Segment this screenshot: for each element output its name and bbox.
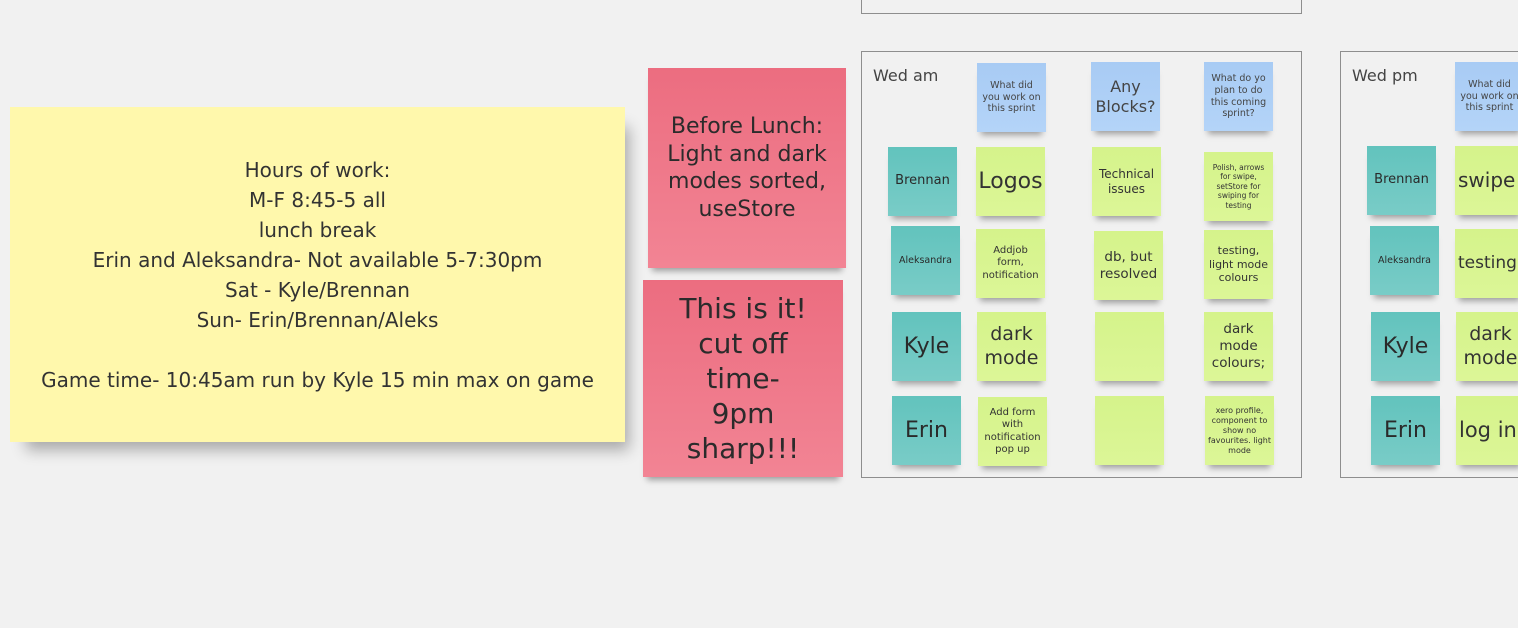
name-sticky[interactable]: Aleksandra [1370,226,1439,295]
blocks-sticky[interactable]: Technical issues [1092,147,1161,216]
header-worked[interactable]: What did you work on this sprint [977,63,1046,132]
header-plan[interactable]: What do yo plan to do this coming sprint… [1204,62,1273,131]
plan-sticky[interactable]: testing, light mode colours [1204,230,1273,299]
worked-sticky[interactable]: testing [1455,229,1518,298]
hours-line: Sat - Kyle/Brennan [225,277,410,302]
worked-sticky[interactable]: dark mode [977,312,1046,381]
worked-sticky[interactable]: log in [1456,396,1518,465]
blocks-sticky[interactable]: db, but resolved [1094,231,1163,300]
name-sticky[interactable]: Erin [892,396,961,465]
frame-title: Wed pm [1352,66,1418,85]
plan-sticky[interactable]: dark mode colours; [1204,312,1273,381]
sticky-hours-of-work[interactable]: Hours of work: M-F 8:45-5 all lunch brea… [10,107,625,442]
header-worked[interactable]: What did you work on this sprint [1455,62,1518,131]
plan-sticky[interactable]: xero profile, component to show no favou… [1205,396,1274,465]
worked-sticky[interactable]: dark mode [1456,312,1518,381]
name-sticky[interactable]: Kyle [1371,312,1440,381]
plan-sticky[interactable]: Polish, arrows for swipe, setStore for s… [1204,152,1273,221]
hours-line: Game time- 10:45am run by Kyle 15 min ma… [41,367,594,392]
blocks-sticky[interactable] [1095,312,1164,381]
header-blocks[interactable]: Any Blocks? [1091,62,1160,131]
worked-sticky[interactable]: Logos [976,147,1045,216]
name-sticky[interactable]: Brennan [888,147,957,216]
sticky-before-lunch[interactable]: Before Lunch: Light and dark modes sorte… [648,68,846,268]
worked-sticky[interactable]: Addjob form, notification [976,229,1045,298]
worked-sticky[interactable]: Add form with notification pop up [978,397,1047,466]
frame-title: Wed am [873,66,939,85]
name-sticky[interactable]: Brennan [1367,146,1436,215]
hours-line: lunch break [258,217,377,242]
hours-line: Hours of work: [244,157,391,182]
hours-line: Erin and Aleksandra- Not available 5-7:3… [92,247,543,272]
sticky-cutoff[interactable]: This is it! cut off time- 9pm sharp!!! [643,280,843,477]
blocks-sticky[interactable] [1095,396,1164,465]
name-sticky[interactable]: Erin [1371,396,1440,465]
hours-line: M-F 8:45-5 all [249,187,386,212]
name-sticky[interactable]: Aleksandra [891,226,960,295]
worked-sticky[interactable]: swipe [1455,146,1518,215]
hours-line: Sun- Erin/Brennan/Aleks [196,307,439,332]
previous-frame[interactable] [861,0,1302,14]
name-sticky[interactable]: Kyle [892,312,961,381]
